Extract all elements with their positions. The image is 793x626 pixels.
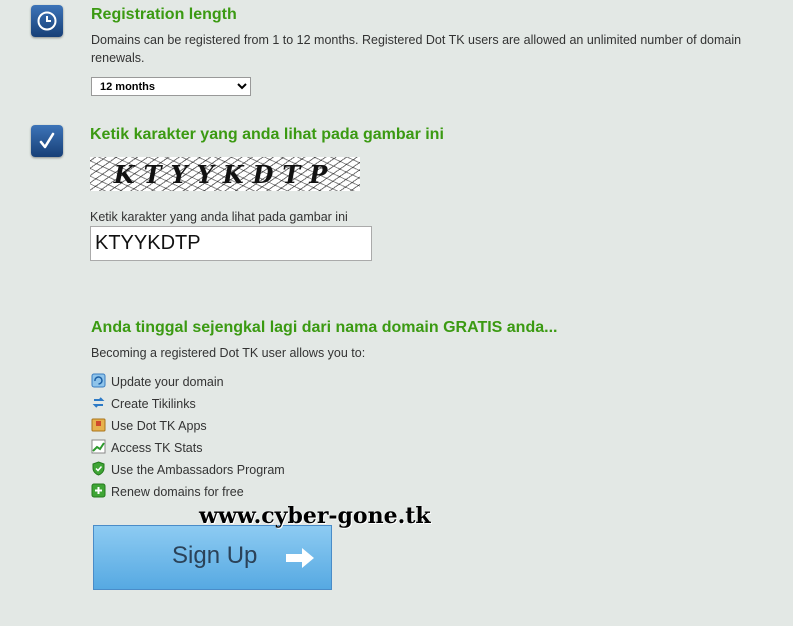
feature-label: Create Tikilinks <box>111 397 196 411</box>
feature-label: Use the Ambassadors Program <box>111 463 285 477</box>
stats-icon <box>91 439 106 454</box>
feature-item: Access TK Stats <box>91 438 202 458</box>
feature-label: Access TK Stats <box>111 441 203 455</box>
feature-label: Use Dot TK Apps <box>111 419 207 433</box>
update-icon <box>91 373 106 388</box>
captcha-image-text: KTYYKDTP <box>113 159 337 189</box>
feature-item: Renew domains for free <box>91 482 244 502</box>
checkmark-icon <box>31 125 63 157</box>
captcha-input[interactable] <box>90 226 372 261</box>
captcha-image: KTYYKDTP <box>90 157 360 191</box>
registration-title: Registration length <box>91 6 237 23</box>
arrow-right-icon <box>284 546 316 575</box>
apps-icon <box>91 417 106 432</box>
clock-icon <box>31 5 63 37</box>
feature-label: Renew domains for free <box>111 485 244 499</box>
link-icon <box>91 395 106 410</box>
captcha-input-label: Ketik karakter yang anda lihat pada gamb… <box>90 210 348 224</box>
feature-label: Update your domain <box>111 375 224 389</box>
registration-period-select[interactable]: 12 months <box>91 77 251 96</box>
feature-item: Update your domain <box>91 372 224 392</box>
feature-item: Create Tikilinks <box>91 394 196 414</box>
plus-icon <box>91 483 106 498</box>
promo-intro: Becoming a registered Dot TK user allows… <box>91 346 366 360</box>
feature-item: Use the Ambassadors Program <box>91 460 285 480</box>
shield-icon <box>91 460 106 476</box>
captcha-title: Ketik karakter yang anda lihat pada gamb… <box>90 126 444 143</box>
promo-title: Anda tinggal sejengkal lagi dari nama do… <box>91 319 558 336</box>
feature-item: Use Dot TK Apps <box>91 416 207 436</box>
registration-description: Domains can be registered from 1 to 12 m… <box>91 33 742 65</box>
sign-up-button[interactable]: Sign Up <box>93 525 332 590</box>
sign-up-label: Sign Up <box>172 542 258 569</box>
watermark-text: www.cyber-gone.tk <box>199 503 431 529</box>
